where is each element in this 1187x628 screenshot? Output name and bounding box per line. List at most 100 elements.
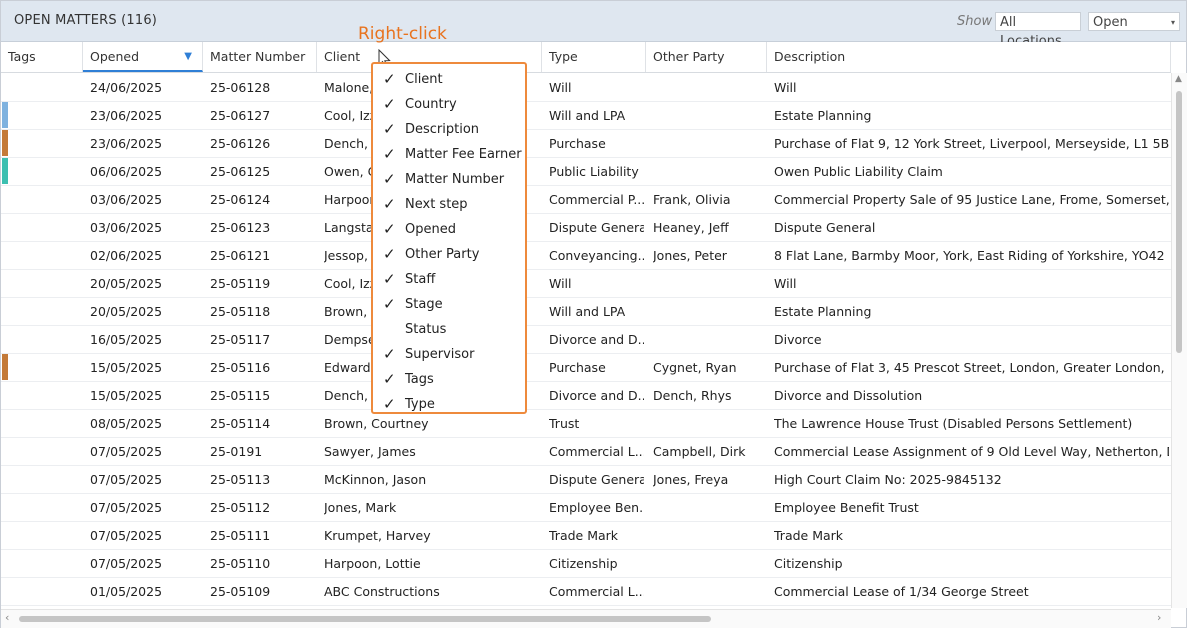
cell-opened: 08/05/2025 bbox=[90, 416, 163, 431]
cell-desc: Divorce bbox=[774, 332, 822, 347]
table-row[interactable]: 03/06/2025 25-06123 Langstaff, Ben Dispute … bbox=[1, 213, 1171, 242]
table-row[interactable]: 07/05/2025 25-05113 McKinnon, Jason Dispute… bbox=[1, 465, 1171, 494]
cell-matter: 25-05112 bbox=[210, 500, 271, 515]
table-row[interactable]: 02/06/2025 25-06121 Jessop, Harry Conveyanc… bbox=[1, 241, 1171, 270]
menu-item-description[interactable]: ✓ Description bbox=[373, 117, 525, 142]
table-row[interactable]: 08/05/2025 25-05114 Brown, Courtney Trust Th… bbox=[1, 409, 1171, 438]
menu-item-type[interactable]: ✓ Type bbox=[373, 392, 525, 417]
scroll-right-icon[interactable]: › bbox=[1157, 611, 1161, 624]
vertical-scrollbar[interactable]: ▲ bbox=[1171, 73, 1187, 608]
table-row[interactable]: 01/05/2025 25-05109 ABC Constructions Comme… bbox=[1, 577, 1171, 606]
cell-matter: 25-05119 bbox=[210, 276, 271, 291]
table-row[interactable]: 06/06/2025 25-06125 Owen, Clare Public Liab… bbox=[1, 157, 1171, 186]
cell-type: Commercial L... bbox=[549, 444, 644, 459]
scroll-left-icon[interactable]: ‹ bbox=[5, 611, 9, 624]
cell-opened: 07/05/2025 bbox=[90, 556, 163, 571]
cell-opened: 23/06/2025 bbox=[90, 108, 163, 123]
table-row[interactable]: 20/05/2025 25-05118 Brown, Vicky Will and L… bbox=[1, 297, 1171, 326]
column-header-matter[interactable]: Matter Number bbox=[203, 42, 317, 72]
cell-matter: 25-0191 bbox=[210, 444, 263, 459]
cell-opened: 03/06/2025 bbox=[90, 192, 163, 207]
cell-type: Dispute General bbox=[549, 220, 644, 235]
cell-type: Purchase bbox=[549, 136, 606, 151]
table-row[interactable]: 16/05/202525-05117Dempsey, SamDivorce an… bbox=[1, 325, 1171, 354]
menu-item-matter-fee-earner[interactable]: ✓ Matter Fee Earner bbox=[373, 142, 525, 167]
table-row[interactable]: 15/05/2025 25-05116 Edwards, Tom Purchase Cy… bbox=[1, 353, 1171, 382]
column-chooser-context-menu: ✓ Client ✓ Country ✓ Description ✓ Matter Fee E… bbox=[371, 62, 527, 414]
cell-matter: 25-05116 bbox=[210, 360, 271, 375]
menu-item-label: Country bbox=[405, 97, 457, 112]
cell-matter: 25-05117 bbox=[210, 332, 271, 347]
horizontal-scroll-thumb[interactable] bbox=[19, 616, 711, 622]
column-header-desc[interactable]: Description bbox=[767, 42, 1171, 72]
cell-client: Sawyer, James bbox=[324, 444, 416, 459]
cell-client: McKinnon, Jason bbox=[324, 472, 427, 487]
cell-desc: Owen Public Liability Claim bbox=[774, 164, 943, 179]
cell-other: Campbell, Dirk bbox=[653, 444, 746, 459]
column-header-label: Matter Number bbox=[210, 49, 306, 64]
window-header: OPEN MATTERS (116) Show All Locations Op… bbox=[1, 1, 1186, 49]
table-row[interactable]: 07/05/2025 25-05112 Jones, Mark Employee Be… bbox=[1, 493, 1171, 522]
cell-desc: Trade Mark bbox=[774, 528, 844, 543]
table-row[interactable]: 24/06/202525-06128Malone, EmmaWillWill bbox=[1, 73, 1171, 102]
column-header-other[interactable]: Other Party bbox=[646, 42, 767, 72]
cell-other: Jones, Freya bbox=[653, 472, 729, 487]
menu-item-label: Tags bbox=[405, 372, 434, 387]
table-row[interactable]: 07/05/2025 25-05110 Harpoon, Lottie Citizen… bbox=[1, 549, 1171, 578]
menu-item-label: Other Party bbox=[405, 247, 480, 262]
table-row[interactable]: 15/05/2025 25-05115 Dench, Kate Divorce and… bbox=[1, 381, 1171, 410]
menu-item-tags[interactable]: ✓ Tags bbox=[373, 367, 525, 392]
column-header-tags[interactable]: Tags bbox=[1, 42, 83, 72]
check-icon: ✓ bbox=[383, 245, 396, 263]
cell-matter: 25-05114 bbox=[210, 416, 271, 431]
menu-item-staff[interactable]: ✓ Staff bbox=[373, 267, 525, 292]
menu-item-supervisor[interactable]: ✓ Supervisor bbox=[373, 342, 525, 367]
cell-opened: 07/05/2025 bbox=[90, 444, 163, 459]
menu-item-label: Next step bbox=[405, 197, 468, 212]
menu-item-label: Staff bbox=[405, 272, 436, 287]
cell-opened: 15/05/2025 bbox=[90, 360, 163, 375]
cell-desc: Employee Benefit Trust bbox=[774, 500, 919, 515]
cell-other: Jones, Peter bbox=[653, 248, 727, 263]
cell-desc: The Lawrence House Trust (Disabled Perso… bbox=[774, 416, 1133, 431]
menu-item-stage[interactable]: ✓ Stage bbox=[373, 292, 525, 317]
location-filter[interactable]: All Locations bbox=[995, 12, 1081, 49]
vertical-scroll-thumb[interactable] bbox=[1176, 91, 1182, 353]
menu-item-label: Matter Fee Earner bbox=[405, 147, 522, 162]
cell-other bbox=[653, 577, 765, 605]
sort-descending-icon[interactable]: ▼ bbox=[184, 42, 192, 72]
horizontal-scrollbar[interactable]: ‹ › bbox=[1, 609, 1171, 628]
cell-matter: 25-06121 bbox=[210, 248, 271, 263]
menu-item-label: Opened bbox=[405, 222, 456, 237]
menu-item-client[interactable]: ✓ Client bbox=[373, 67, 525, 92]
table-row[interactable]: 07/05/2025 25-05111 Krumpet, Harvey Trade M… bbox=[1, 521, 1171, 550]
cell-client: ABC Constructions bbox=[324, 584, 440, 599]
scroll-up-icon[interactable]: ▲ bbox=[1175, 74, 1182, 84]
menu-item-label: Client bbox=[405, 72, 443, 87]
table-row[interactable]: 20/05/2025 25-05119 Cool, Izzy Will Will bbox=[1, 269, 1171, 298]
table-row[interactable]: 07/05/2025 25-0191 Sawyer, James Commercial… bbox=[1, 437, 1171, 466]
cell-desc: Commercial Lease of 1/34 George Street bbox=[774, 584, 1029, 599]
menu-item-opened[interactable]: ✓ Opened bbox=[373, 217, 525, 242]
menu-item-status[interactable]: Status bbox=[373, 317, 525, 342]
table-row[interactable]: 23/06/2025 25-06126 Dench, Kate Purchase Pur… bbox=[1, 129, 1171, 158]
column-header-label: Type bbox=[549, 49, 578, 64]
menu-item-country[interactable]: ✓ Country bbox=[373, 92, 525, 117]
status-filter[interactable]: Open ▾ bbox=[1088, 12, 1180, 31]
column-header-type[interactable]: Type bbox=[542, 42, 646, 72]
cell-type: Purchase bbox=[549, 360, 606, 375]
cell-opened: 07/05/2025 bbox=[90, 528, 163, 543]
table-row[interactable]: 23/06/2025 25-06127 Cool, Izzy Will and LPA… bbox=[1, 101, 1171, 130]
menu-item-other-party[interactable]: ✓ Other Party bbox=[373, 242, 525, 267]
cell-opened: 23/06/2025 bbox=[90, 136, 163, 151]
right-click-annotation: Right-click bbox=[358, 24, 447, 44]
cell-other bbox=[653, 409, 765, 437]
chevron-down-icon[interactable]: ▾ bbox=[1171, 13, 1175, 32]
column-header-opened[interactable]: Opened ▼ bbox=[83, 42, 203, 72]
table-row[interactable]: 03/06/202525-06124Harpoon, LottieCommerc… bbox=[1, 185, 1171, 214]
cell-desc: Citizenship bbox=[774, 556, 843, 571]
menu-item-next-step[interactable]: ✓ Next step bbox=[373, 192, 525, 217]
column-header-label: Tags bbox=[8, 49, 36, 64]
menu-item-matter-number[interactable]: ✓ Matter Number bbox=[373, 167, 525, 192]
cell-other bbox=[653, 521, 765, 549]
